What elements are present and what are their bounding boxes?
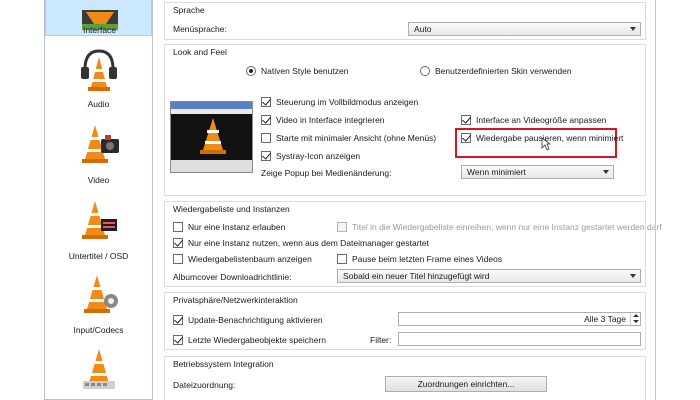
category-sidebar: Interface Audio Video Untertitel / OSD I… (44, 0, 153, 400)
popup-label: Zeige Popup bei Medienänderung: (261, 168, 392, 178)
checkbox-fullscreen-controls[interactable] (261, 96, 271, 107)
checkbox-enqueue-title-label: Titel in die Wiedergabeliste einreihen, … (352, 222, 662, 232)
group-title: Look and Feel (173, 47, 227, 57)
chevron-down-icon (630, 27, 636, 31)
checkbox-filemanager-instance[interactable] (173, 237, 183, 248)
checkbox-pause-minimized[interactable] (461, 132, 471, 143)
sidebar-item-label: Audio (87, 99, 110, 109)
checkbox-systray-icon-label: Systray-Icon anzeigen (276, 151, 361, 161)
group-title: Sprache (173, 5, 205, 15)
group-look-and-feel: Look and Feel Nativen Style benutzen Ben… (164, 44, 646, 196)
video-cone-icon (82, 125, 119, 163)
group-title: Betriebssystem Integration (173, 359, 274, 369)
checkbox-update-notification-label: Update-Benachrichtigung aktivieren (188, 315, 323, 325)
arrow-down-icon[interactable] (633, 320, 639, 323)
skin-preview-image (170, 101, 253, 173)
preferences-panel: Sprache Menüsprache: Auto Look and Feel … (160, 0, 662, 400)
file-association-label: Dateizuordnung: (173, 380, 236, 390)
sidebar-item-input-codecs[interactable]: Input/Codecs (45, 268, 152, 340)
sidebar-item-hotkeys[interactable] (45, 342, 152, 400)
checkbox-minimal-view[interactable] (261, 133, 271, 143)
checkbox-resize-interface[interactable] (461, 114, 471, 125)
input-codecs-cone-icon (84, 275, 118, 313)
checkbox-pause-last-frame[interactable] (337, 254, 347, 264)
checkbox-one-instance[interactable] (173, 222, 183, 232)
group-language: Sprache Menüsprache: Auto (164, 2, 646, 40)
sidebar-item-video[interactable]: Video (45, 118, 152, 190)
checkbox-update-notification[interactable] (173, 314, 183, 325)
checkbox-minimal-view-label: Starte mit minimaler Ansicht (ohne Menüs… (276, 133, 437, 143)
sidebar-item-interface[interactable]: Interface (45, 0, 152, 36)
checkbox-filemanager-instance-label: Nur eine Instanz nutzen, wenn aus dem Da… (188, 238, 429, 248)
window-edge (655, 0, 656, 400)
mouse-cursor-icon (541, 137, 551, 151)
chevron-down-icon (630, 274, 636, 278)
checkbox-save-recent-label: Letzte Wiedergabeobjekte speichern (188, 335, 326, 345)
update-interval-spinbox[interactable]: Alle 3 Tage (398, 312, 641, 326)
group-playlist-instances: Wiedergabeliste und Instanzen Nur eine I… (164, 201, 662, 287)
vlc-cone-icon (200, 118, 226, 154)
group-os-integration: Betriebssystem Integration Dateizuordnun… (164, 356, 646, 400)
filter-label: Filter: (370, 335, 392, 345)
group-title: Privatsphäre/Netzwerkinteraktion (173, 295, 298, 305)
checkbox-fullscreen-controls-label: Steuerung im Vollbildmodus anzeigen (276, 97, 419, 107)
group-privacy-network: Privatsphäre/Netzwerkinteraktion Update-… (164, 292, 646, 350)
sidebar-item-label: Video (87, 175, 110, 185)
sidebar-item-subtitles[interactable]: Untertitel / OSD (45, 194, 152, 266)
sidebar-item-label: Interface (82, 25, 117, 35)
popup-select[interactable]: Wenn minimiert (461, 165, 614, 179)
radio-native-style-label: Nativen Style benutzen (261, 66, 349, 76)
group-title: Wiedergabeliste und Instanzen (173, 204, 290, 214)
sidebar-item-audio[interactable]: Audio (45, 44, 152, 116)
checkbox-systray-icon[interactable] (261, 150, 271, 161)
checkbox-save-recent[interactable] (173, 334, 183, 345)
setup-associations-button[interactable]: Zuordnungen einrichten... (385, 376, 547, 392)
subtitles-cone-icon (82, 201, 117, 239)
radio-native-style[interactable] (246, 66, 256, 76)
audio-headphones-cone-icon (81, 49, 117, 91)
arrow-up-icon[interactable] (633, 314, 639, 317)
checkbox-playlist-tree[interactable] (173, 254, 183, 264)
menu-language-select[interactable]: Auto (408, 22, 641, 36)
radio-custom-skin-label: Benutzerdefinierten Skin verwenden (435, 66, 572, 76)
interface-icon (82, 10, 118, 30)
menu-language-label: Menüsprache: (173, 24, 227, 34)
sidebar-item-label: Untertitel / OSD (68, 251, 129, 261)
radio-custom-skin[interactable] (420, 66, 430, 76)
checkbox-enqueue-title[interactable] (337, 222, 347, 232)
chevron-down-icon (603, 170, 609, 174)
hotkeys-cone-icon (83, 349, 115, 389)
album-art-select[interactable]: Sobald ein neuer Titel hinzugefügt wird (337, 269, 641, 283)
checkbox-one-instance-label: Nur eine Instanz erlauben (188, 222, 286, 232)
filter-input[interactable] (398, 332, 641, 346)
sidebar-item-label: Input/Codecs (73, 325, 124, 335)
checkbox-video-integrate-label: Video in Interface integrieren (276, 115, 385, 125)
album-art-label: Albumcover Downloadrichtlinie: (173, 272, 292, 282)
checkbox-video-integrate[interactable] (261, 114, 271, 125)
checkbox-resize-interface-label: Interface an Videogröße anpassen (476, 115, 607, 125)
checkbox-playlist-tree-label: Wiedergabelistenbaum anzeigen (188, 254, 312, 264)
checkbox-pause-last-frame-label: Pause beim letzten Frame eines Videos (352, 254, 503, 264)
